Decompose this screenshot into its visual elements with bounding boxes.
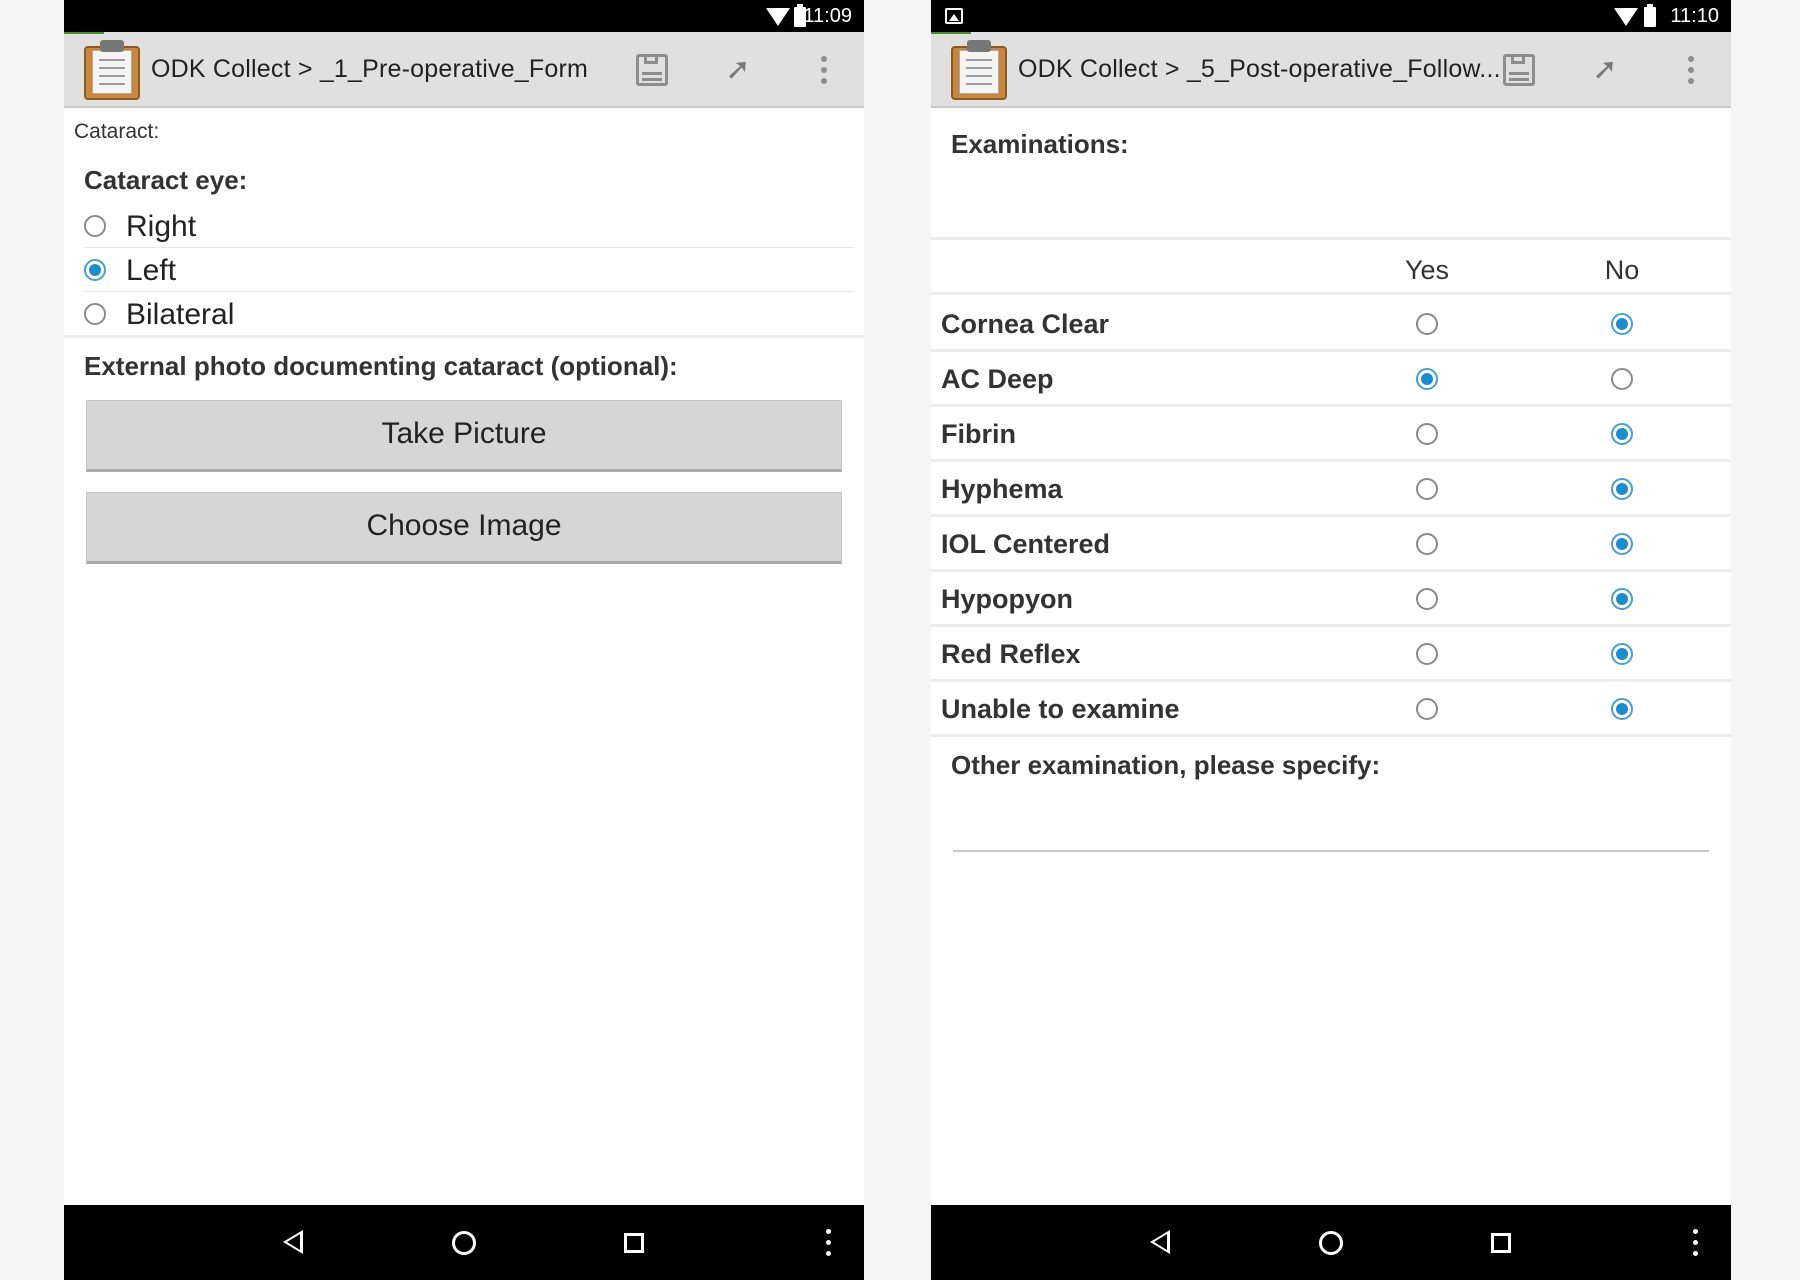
column-yes: Yes xyxy=(1404,255,1450,285)
radio-yes-icon[interactable] xyxy=(1416,588,1438,610)
exam-row-label: Fibrin xyxy=(941,419,1016,449)
other-exam-input[interactable] xyxy=(953,808,1709,852)
save-icon[interactable] xyxy=(632,50,672,90)
jump-to-icon[interactable]: ➚ xyxy=(1585,50,1625,90)
exam-row-label: Hyphema xyxy=(941,474,1063,504)
radio-option-bilateral[interactable]: Bilateral xyxy=(74,293,854,337)
recent-apps-icon[interactable] xyxy=(1491,1233,1511,1253)
navigation-bar xyxy=(931,1205,1731,1280)
right-screen: 11:10 ODK Collect > _5_Post-operative_Fo… xyxy=(931,0,1731,1280)
examinations-label: Examinations: xyxy=(951,129,1129,159)
odk-clipboard-icon xyxy=(84,40,140,100)
radio-no-icon[interactable] xyxy=(1611,698,1633,720)
left-screen: 11:09 ODK Collect > _1_Pre-operative_For… xyxy=(64,0,864,1280)
choose-image-button[interactable]: Choose Image xyxy=(86,492,842,564)
exam-row-label: IOL Centered xyxy=(941,529,1111,559)
accent-line xyxy=(64,32,104,34)
radio-yes-icon[interactable] xyxy=(1416,423,1438,445)
accent-line xyxy=(931,32,971,34)
radio-no-icon[interactable] xyxy=(1611,588,1633,610)
take-picture-button[interactable]: Take Picture xyxy=(86,400,842,472)
overflow-menu-icon[interactable] xyxy=(1671,50,1711,90)
radio-yes-icon[interactable] xyxy=(1416,533,1438,555)
home-icon[interactable] xyxy=(1319,1231,1343,1255)
image-notification-icon xyxy=(945,8,963,24)
exam-row: IOL Centered xyxy=(931,517,1731,572)
radio-option-left[interactable]: Left xyxy=(74,249,854,293)
radio-option-right[interactable]: Right xyxy=(74,205,854,249)
status-time: 11:10 xyxy=(1670,5,1719,27)
exam-row-label: Hypopyon xyxy=(941,584,1073,614)
group-label: Cataract: xyxy=(74,120,160,143)
home-icon[interactable] xyxy=(452,1231,476,1255)
status-bar: 11:09 xyxy=(64,0,864,32)
radio-no-icon[interactable] xyxy=(1611,423,1633,445)
radio-no-icon[interactable] xyxy=(1611,643,1633,665)
status-time: 11:09 xyxy=(803,5,852,27)
form-title: ODK Collect > _5_Post-operative_Follow..… xyxy=(1018,55,1501,83)
radio-icon[interactable] xyxy=(84,215,106,237)
save-icon[interactable] xyxy=(1499,50,1539,90)
radio-yes-icon[interactable] xyxy=(1416,368,1438,390)
photo-question-label: External photo documenting cataract (opt… xyxy=(84,351,678,381)
exam-row: Unable to examine xyxy=(931,682,1731,737)
other-exam-label: Other examination, please specify: xyxy=(951,750,1381,780)
exam-row-label: AC Deep xyxy=(941,364,1054,394)
back-icon[interactable] xyxy=(1150,1230,1170,1254)
wifi-icon xyxy=(1614,8,1638,26)
exam-row: Hypopyon xyxy=(931,572,1731,627)
exam-row: Red Reflex xyxy=(931,627,1731,682)
exam-row-label: Unable to examine xyxy=(941,694,1180,724)
action-bar: ODK Collect > _5_Post-operative_Follow..… xyxy=(931,32,1731,108)
form-title: ODK Collect > _1_Pre-operative_Form xyxy=(151,55,589,83)
radio-label: Left xyxy=(126,254,177,287)
exam-row: Hyphema xyxy=(931,462,1731,517)
wifi-icon xyxy=(766,8,790,26)
examinations-header: Examinations: xyxy=(931,108,1731,240)
question-label: Cataract eye: xyxy=(84,165,248,195)
exam-row: AC Deep xyxy=(931,352,1731,407)
more-icon[interactable] xyxy=(826,1229,832,1257)
question-divider xyxy=(64,335,864,338)
battery-icon xyxy=(1644,4,1656,27)
radio-yes-icon[interactable] xyxy=(1416,313,1438,335)
exam-row-label: Cornea Clear xyxy=(941,309,1110,339)
radio-no-icon[interactable] xyxy=(1611,313,1633,335)
jump-to-icon[interactable]: ➚ xyxy=(718,50,758,90)
navigation-bar xyxy=(64,1205,864,1280)
recent-apps-icon[interactable] xyxy=(624,1233,644,1253)
divider xyxy=(84,247,854,248)
divider xyxy=(84,291,854,292)
radio-label: Bilateral xyxy=(126,298,235,331)
radio-icon[interactable] xyxy=(84,303,106,325)
grid-header: Yes No xyxy=(931,243,1731,295)
status-bar: 11:10 xyxy=(931,0,1731,32)
radio-label: Right xyxy=(126,210,197,243)
more-icon[interactable] xyxy=(1693,1229,1699,1257)
back-icon[interactable] xyxy=(283,1230,303,1254)
column-no: No xyxy=(1604,255,1640,285)
exam-row: Fibrin xyxy=(931,407,1731,462)
radio-no-icon[interactable] xyxy=(1611,368,1633,390)
exam-row: Cornea Clear xyxy=(931,297,1731,352)
odk-clipboard-icon xyxy=(951,40,1007,100)
radio-yes-icon[interactable] xyxy=(1416,643,1438,665)
radio-icon-selected[interactable] xyxy=(84,259,106,281)
radio-no-icon[interactable] xyxy=(1611,478,1633,500)
radio-yes-icon[interactable] xyxy=(1416,478,1438,500)
exam-row-label: Red Reflex xyxy=(941,639,1081,669)
action-bar: ODK Collect > _1_Pre-operative_Form ➚ xyxy=(64,32,864,108)
overflow-menu-icon[interactable] xyxy=(804,50,844,90)
radio-no-icon[interactable] xyxy=(1611,533,1633,555)
radio-yes-icon[interactable] xyxy=(1416,698,1438,720)
